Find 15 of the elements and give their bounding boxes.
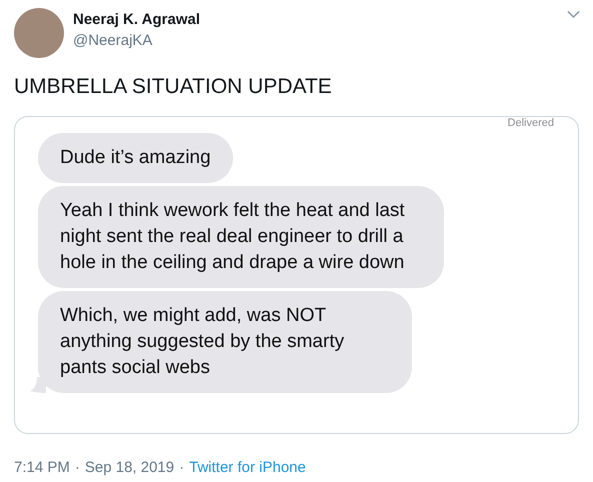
separator-dot: · (179, 458, 184, 478)
tweet-date[interactable]: Sep 18, 2019 (84, 458, 174, 478)
delivered-status: Delivered (508, 117, 554, 129)
source-link[interactable]: Twitter for iPhone (189, 458, 306, 478)
message-bubble: Dude it’s amazing (38, 133, 233, 183)
separator-dot: · (74, 458, 80, 478)
tweet-text: UMBRELLA SITUATION UPDATE (13, 74, 333, 100)
author-handle[interactable]: @NeerajKA (73, 31, 200, 51)
tweet-time: 7:14 PM (14, 458, 70, 478)
chevron-down-icon[interactable] (567, 10, 580, 19)
avatar[interactable] (14, 8, 64, 58)
author-name[interactable]: Neeraj K. Agrawal (73, 10, 200, 30)
attached-screenshot[interactable] (14, 116, 579, 434)
message-bubble: Which, we might add, was NOT anything suggested by the smarty pants social webs (38, 291, 412, 393)
message-bubble: Yeah I think wework felt the heat and last night sent the real deal engineer to drill a hole in the ceiling and drape a wire down (38, 186, 444, 288)
